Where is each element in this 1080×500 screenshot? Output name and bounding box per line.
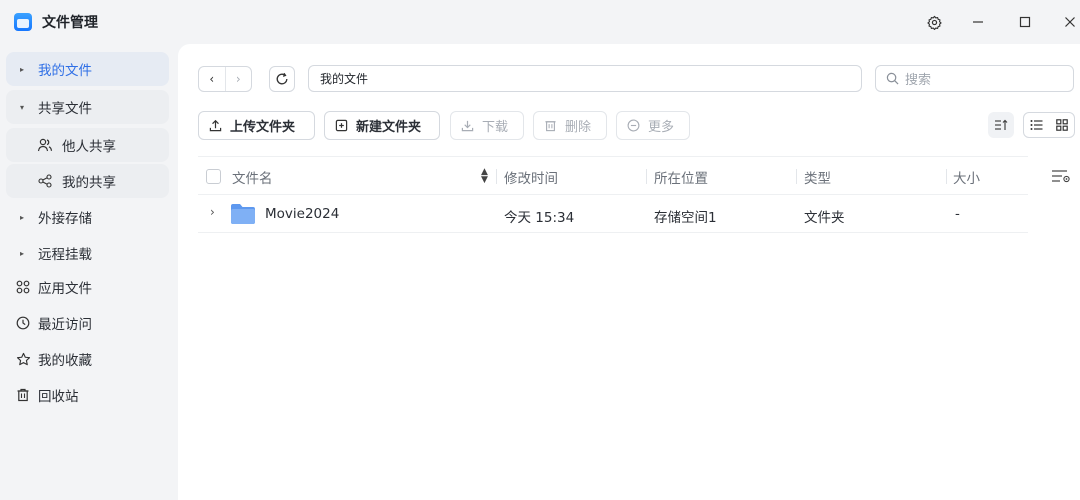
- modified-time: 今天 15:34: [504, 210, 575, 226]
- main-panel: ‹ › 我的文件 搜索 上传文件夹 新建文件夹 下载 删除 更多 文件名 ▲ ▼…: [178, 44, 1080, 500]
- sidebar-item-label: 共享文件: [38, 101, 92, 117]
- column-divider[interactable]: [946, 169, 947, 184]
- column-header-name[interactable]: 文件名: [232, 167, 273, 187]
- column-header-type[interactable]: 类型: [804, 167, 831, 187]
- users-icon: [36, 137, 54, 153]
- download-icon: [461, 119, 474, 132]
- column-settings-icon[interactable]: [1051, 168, 1071, 184]
- path-input[interactable]: 我的文件: [308, 65, 862, 92]
- caret-right-icon: ▸: [20, 248, 25, 258]
- sidebar-item-label: 我的文件: [38, 63, 92, 79]
- sidebar-item-label: 外接存储: [38, 211, 92, 227]
- column-divider[interactable]: [796, 169, 797, 184]
- sidebar-item-label: 应用文件: [38, 281, 92, 297]
- file-type: 文件夹: [804, 210, 845, 226]
- download-button[interactable]: 下载: [450, 111, 524, 140]
- title-bar: 文件管理: [0, 0, 1080, 44]
- grid-view-icon[interactable]: [1049, 113, 1074, 137]
- more-circle-icon: [627, 119, 640, 132]
- sidebar-item-label: 我的收藏: [38, 353, 92, 369]
- column-divider[interactable]: [646, 169, 647, 184]
- add-folder-icon: [335, 119, 348, 132]
- caret-down-icon: ▾: [20, 102, 25, 112]
- sidebar-item-label: 我的共享: [62, 175, 116, 191]
- sidebar-item-remote-mount[interactable]: ▸ 远程挂载: [6, 236, 169, 270]
- select-all-checkbox[interactable]: [206, 169, 221, 184]
- maximize-icon[interactable]: [1013, 10, 1037, 34]
- sidebar-item-recycle-bin[interactable]: 回收站: [6, 378, 169, 412]
- sidebar-item-label: 他人共享: [62, 139, 116, 155]
- column-header-modified[interactable]: 修改时间: [504, 167, 558, 187]
- new-folder-button[interactable]: 新建文件夹: [324, 111, 440, 140]
- search-icon: [886, 72, 899, 85]
- sidebar-item-my-shares[interactable]: 我的共享: [6, 164, 169, 198]
- sidebar: ▸ 我的文件 ▾ 共享文件 他人共享 我的共享 ▸ 外接存储 ▸ 远程挂载 应用…: [0, 44, 178, 500]
- view-mode-toggle: [1023, 112, 1075, 138]
- forward-chevron-icon[interactable]: ›: [224, 67, 252, 91]
- sort-arrows-icon[interactable]: ▲ ▼: [481, 168, 488, 185]
- caret-right-icon: ▸: [20, 212, 25, 222]
- trash-icon: [544, 119, 557, 132]
- app-title: 文件管理: [42, 15, 98, 31]
- sidebar-item-external-storage[interactable]: ▸ 外接存储: [6, 200, 169, 234]
- star-icon: [14, 352, 32, 367]
- sidebar-item-my-files[interactable]: ▸ 我的文件: [6, 52, 169, 86]
- close-icon[interactable]: [1058, 10, 1080, 34]
- more-label: 更多: [648, 120, 675, 135]
- apps-grid-icon: [14, 280, 32, 294]
- settings-gear-icon[interactable]: [922, 10, 946, 34]
- upload-folder-button[interactable]: 上传文件夹: [198, 111, 315, 140]
- trash-icon: [14, 388, 32, 402]
- new-folder-label: 新建文件夹: [356, 120, 422, 135]
- delete-label: 删除: [565, 120, 592, 135]
- delete-button[interactable]: 删除: [533, 111, 607, 140]
- file-table-header: 文件名 ▲ ▼ 修改时间 所在位置 类型 大小: [198, 156, 1028, 195]
- share-icon: [36, 174, 54, 188]
- search-input[interactable]: 搜索: [875, 65, 1074, 92]
- search-placeholder: 搜索: [905, 73, 932, 88]
- more-button[interactable]: 更多: [616, 111, 690, 140]
- table-row[interactable]: › Movie2024 今天 15:34 存储空间1 文件夹 -: [198, 196, 1028, 233]
- column-header-location[interactable]: 所在位置: [654, 167, 708, 187]
- expand-chevron-icon[interactable]: ›: [210, 205, 215, 219]
- sidebar-item-label: 最近访问: [38, 317, 92, 333]
- file-name[interactable]: Movie2024: [265, 206, 339, 222]
- column-divider[interactable]: [496, 169, 497, 184]
- refresh-icon: [276, 72, 288, 85]
- sidebar-item-recent[interactable]: 最近访问: [6, 306, 169, 340]
- sidebar-item-label: 远程挂载: [38, 247, 92, 263]
- upload-folder-label: 上传文件夹: [230, 120, 296, 135]
- back-chevron-icon[interactable]: ‹: [199, 67, 225, 91]
- sort-order-button[interactable]: [988, 112, 1014, 138]
- column-header-size[interactable]: 大小: [953, 167, 980, 187]
- sidebar-item-favorites[interactable]: 我的收藏: [6, 342, 169, 376]
- clock-icon: [14, 316, 32, 330]
- sort-icon: [995, 119, 1008, 130]
- list-view-icon[interactable]: [1024, 113, 1049, 137]
- sidebar-item-shared-files[interactable]: ▾ 共享文件: [6, 90, 169, 124]
- folder-icon: [231, 204, 255, 224]
- file-size: -: [955, 206, 960, 222]
- upload-icon: [209, 119, 222, 132]
- sidebar-item-shared-with-me[interactable]: 他人共享: [6, 128, 169, 162]
- sidebar-item-app-files[interactable]: 应用文件: [6, 270, 169, 304]
- sidebar-item-label: 回收站: [38, 389, 79, 405]
- refresh-button[interactable]: [269, 66, 295, 92]
- file-location: 存储空间1: [654, 210, 717, 226]
- history-nav: ‹ ›: [198, 66, 252, 92]
- download-label: 下载: [482, 120, 509, 135]
- minimize-icon[interactable]: [966, 10, 990, 34]
- file-manager-logo-icon: [14, 13, 32, 31]
- caret-right-icon: ▸: [20, 64, 25, 74]
